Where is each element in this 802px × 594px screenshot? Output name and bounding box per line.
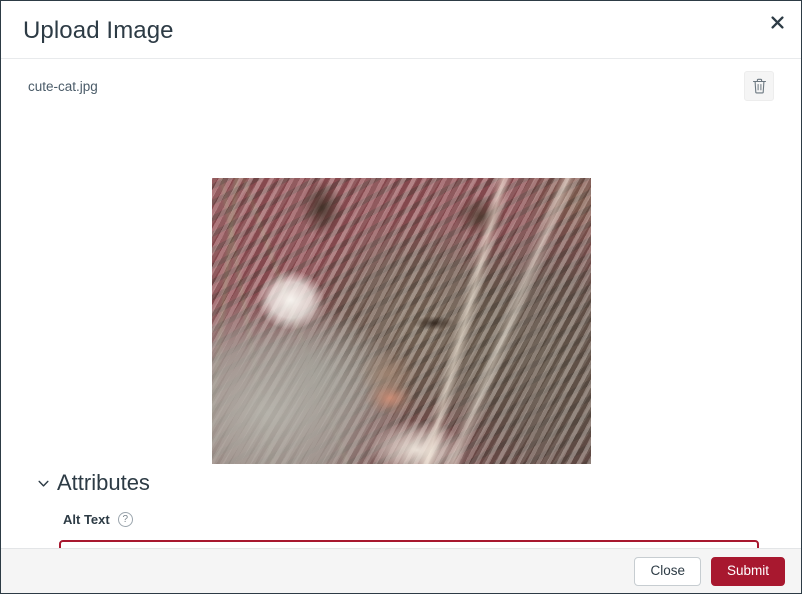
dialog-body: cute-cat.jpg Attributes Alt Text ? sleep… bbox=[1, 59, 801, 548]
chevron-down-icon bbox=[38, 480, 49, 487]
trash-glyph-icon bbox=[752, 78, 766, 94]
upload-image-dialog: Upload Image cute-cat.jpg Attributes Alt… bbox=[0, 0, 802, 594]
alt-text-input[interactable] bbox=[59, 540, 759, 548]
dialog-footer: Close Submit bbox=[1, 548, 801, 593]
close-button[interactable]: Close bbox=[634, 556, 701, 586]
attributes-section-toggle[interactable]: Attributes bbox=[37, 470, 150, 495]
page-title: Upload Image bbox=[23, 17, 174, 44]
attributes-section-label: Attributes bbox=[57, 470, 150, 495]
dialog-header: Upload Image bbox=[1, 1, 801, 59]
submit-button[interactable]: Submit bbox=[710, 556, 785, 586]
trash-icon[interactable] bbox=[744, 71, 774, 101]
alt-text-label-row: Alt Text ? bbox=[63, 512, 133, 527]
help-circle-icon[interactable]: ? bbox=[117, 512, 133, 527]
cat-photo bbox=[212, 178, 591, 464]
alt-text-label: Alt Text bbox=[63, 512, 110, 527]
file-name-label: cute-cat.jpg bbox=[28, 79, 98, 94]
close-glyph-icon bbox=[770, 15, 784, 29]
image-preview bbox=[212, 178, 591, 464]
file-row: cute-cat.jpg bbox=[1, 59, 801, 117]
close-icon[interactable] bbox=[761, 6, 793, 38]
